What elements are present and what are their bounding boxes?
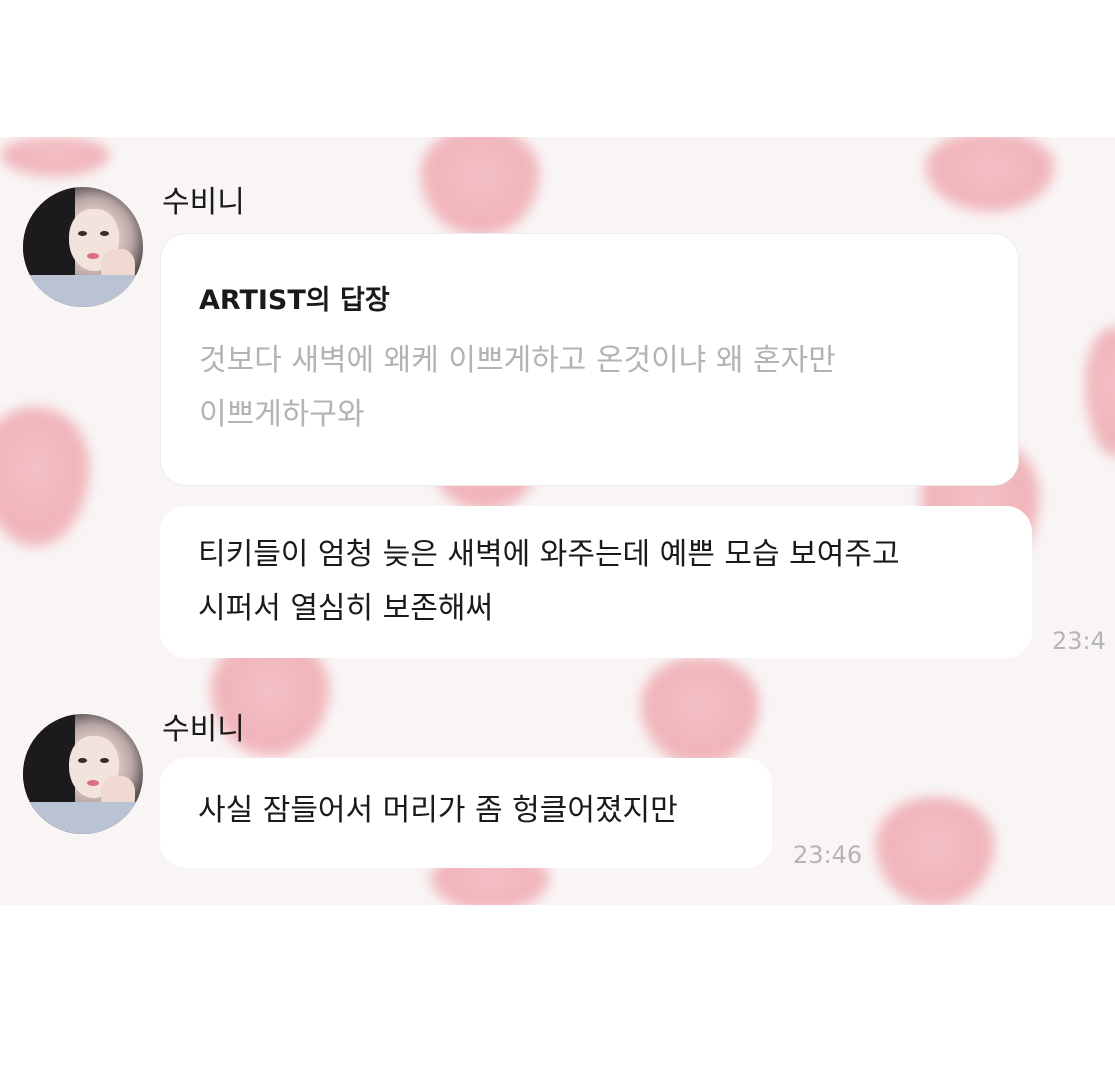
sender-name: 수비니 bbox=[162, 185, 245, 220]
message-text-line: 티키들이 엄청 늦은 새벽에 와주는데 예쁜 모습 보여주고 bbox=[198, 537, 900, 572]
sender-name: 수비니 bbox=[162, 712, 245, 747]
strawberry-decoration bbox=[925, 137, 1055, 212]
reply-quote: 것보다 새벽에 왜케 이쁘게하고 온것이냐 왜 혼자만 이쁘게하구와 bbox=[199, 334, 999, 442]
strawberry-decoration bbox=[640, 657, 760, 767]
strawberry-decoration bbox=[0, 137, 110, 177]
message-text-line: 시퍼서 열심히 보존해써 bbox=[198, 591, 494, 626]
message-text: 사실 잠들어서 머리가 좀 헝클어졌지만 bbox=[198, 784, 678, 838]
strawberry-decoration bbox=[875, 797, 995, 905]
reply-title: ARTIST의 답장 bbox=[199, 285, 390, 316]
message-timestamp: 23:4 bbox=[1052, 627, 1106, 655]
message-timestamp: 23:46 bbox=[793, 841, 863, 869]
chat-area: 수비니 ARTIST의 답장 것보다 새벽에 왜케 이쁘게하고 온것이냐 왜 혼… bbox=[0, 137, 1115, 905]
artist-reply-bubble[interactable]: ARTIST의 답장 것보다 새벽에 왜케 이쁘게하고 온것이냐 왜 혼자만 이… bbox=[160, 233, 1019, 486]
strawberry-decoration bbox=[420, 137, 540, 237]
reply-quote-line: 것보다 새벽에 왜케 이쁘게하고 온것이냐 왜 혼자만 bbox=[199, 343, 836, 378]
message-bubble[interactable]: 사실 잠들어서 머리가 좀 헝클어졌지만 bbox=[160, 758, 772, 868]
strawberry-decoration bbox=[0, 407, 90, 547]
sender-avatar[interactable] bbox=[23, 714, 143, 834]
message-bubble[interactable]: 티키들이 엄청 늦은 새벽에 와주는데 예쁜 모습 보여주고 시퍼서 열심히 보… bbox=[160, 506, 1032, 658]
strawberry-decoration bbox=[1085, 327, 1115, 457]
message-text-line: 사실 잠들어서 머리가 좀 헝클어졌지만 bbox=[198, 793, 678, 828]
sender-avatar[interactable] bbox=[23, 187, 143, 307]
message-text: 티키들이 엄청 늦은 새벽에 와주는데 예쁜 모습 보여주고 시퍼서 열심히 보… bbox=[198, 528, 900, 636]
reply-quote-line: 이쁘게하구와 bbox=[199, 397, 365, 432]
